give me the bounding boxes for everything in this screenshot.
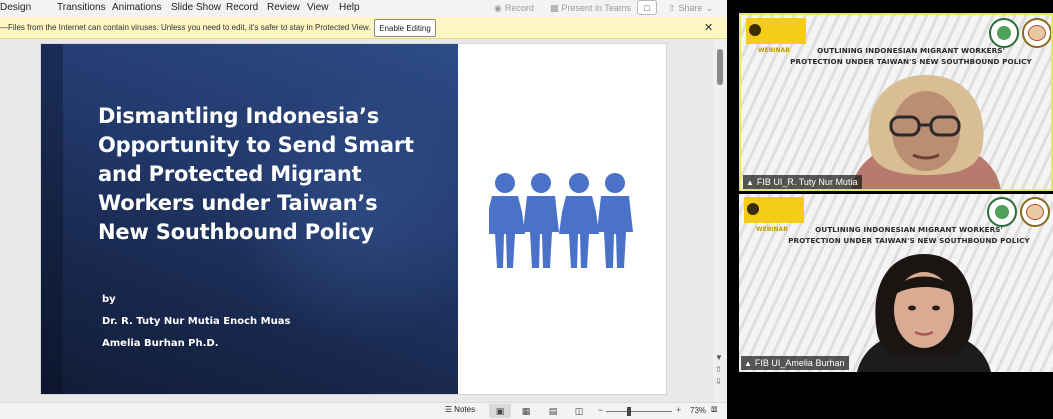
participant-video (857, 254, 991, 372)
normal-view-button[interactable]: ▣ (489, 404, 511, 418)
protected-view-message: —Files from the Internet can contain vir… (0, 23, 371, 32)
institution-emblem (989, 18, 1019, 48)
taiwan-office-emblem (1022, 18, 1051, 48)
notes-button[interactable]: ☰ Notes (445, 405, 475, 414)
background-strip (41, 44, 63, 394)
ribbon-tabs: Design Transitions Animations Slide Show… (0, 0, 727, 17)
vertical-scrollbar[interactable]: ▼ ⇧ ⇩ (713, 39, 727, 402)
notes-label: Notes (454, 405, 476, 414)
reading-view-icon: ▤ (548, 405, 558, 416)
tab-design[interactable]: Design (0, 2, 31, 13)
university-logo (746, 18, 806, 44)
slide-show-button[interactable]: ◫ (568, 404, 590, 418)
slide-sorter-icon: ▦ (521, 405, 531, 416)
close-icon[interactable]: ✕ (704, 21, 713, 34)
reading-view-button[interactable]: ▤ (542, 404, 564, 418)
pin-icon: ▲ (744, 358, 752, 368)
scrollbar-thumb[interactable] (717, 49, 723, 85)
participant-name: FIB UI_R. Tuty Nur Mutia (756, 177, 858, 187)
slide-author-2: Amelia Burhan Ph.D. (102, 338, 219, 349)
slide-sorter-button[interactable]: ▦ (515, 404, 537, 418)
notes-icon: ☰ (445, 405, 453, 414)
webinar-heading-line-2: PROTECTION UNDER TAIWAN'S NEW SOUTHBOUND… (790, 57, 1032, 66)
enable-editing-button[interactable]: Enable Editing (374, 19, 436, 37)
presenter-icon: ◫ (574, 405, 584, 416)
tab-record[interactable]: Record (226, 2, 258, 13)
record-button[interactable]: ◉ Record (494, 1, 534, 15)
present-in-teams-button[interactable]: ▩ Present in Teams (550, 1, 631, 15)
record-dot-icon: ◉ (494, 2, 502, 13)
tab-animations[interactable]: Animations (112, 2, 161, 13)
tab-review[interactable]: Review (267, 2, 300, 13)
fit-to-window-icon[interactable]: ⧈ (711, 404, 717, 415)
protected-view-bar: —Files from the Internet can contain vir… (0, 17, 727, 39)
participant-name-tag: ▲ FIB UI_R. Tuty Nur Mutia (743, 175, 863, 189)
slide-editor: Dismantling Indonesia’s Opportunity to S… (0, 39, 713, 402)
normal-view-icon: ▣ (495, 405, 505, 416)
chevron-down-icon: ⌄ (705, 2, 714, 13)
video-tile-speaker-1[interactable]: WEBINAR OUTLINING INDONESIAN MIGRANT WOR… (739, 13, 1053, 191)
webinar-heading: OUTLINING INDONESIAN MIGRANT WORKERS' PR… (779, 224, 1039, 246)
comments-button[interactable]: □ (637, 0, 657, 15)
slide-author-1: Dr. R. Tuty Nur Mutia Enoch Muas (102, 316, 291, 327)
webinar-heading: OUTLINING INDONESIAN MIGRANT WORKERS' PR… (781, 45, 1041, 67)
share-button-label: Share (678, 3, 703, 13)
status-bar: ☰ Notes ▣ ▦ ▤ ◫ − + 73% ⧈ (0, 402, 727, 419)
record-button-label: Record (504, 3, 534, 13)
share-button[interactable]: ⇧ Share ⌄ (668, 1, 713, 15)
share-icon: ⇧ (668, 2, 676, 13)
previous-slide-icon[interactable]: ⇧ (715, 365, 722, 374)
pin-icon: ▲ (746, 177, 754, 187)
tab-view[interactable]: View (307, 2, 329, 13)
zoom-in-icon[interactable]: + (676, 405, 681, 415)
zoom-out-icon[interactable]: − (598, 405, 603, 415)
people-group-icon (489, 173, 633, 268)
slide-title: Dismantling Indonesia’s Opportunity to S… (98, 104, 414, 244)
scroll-down-arrow-icon[interactable]: ▼ (715, 353, 723, 362)
webinar-heading-line-2: PROTECTION UNDER TAIWAN'S NEW SOUTHBOUND… (788, 236, 1030, 245)
tab-slide-show[interactable]: Slide Show (171, 2, 221, 13)
slide-canvas[interactable]: Dismantling Indonesia’s Opportunity to S… (40, 43, 667, 395)
teams-icon: ▩ (550, 2, 559, 13)
present-in-teams-label: Present in Teams (561, 3, 631, 13)
taiwan-office-emblem (1020, 197, 1050, 227)
video-tile-speaker-2[interactable]: WEBINAR OUTLINING INDONESIAN MIGRANT WOR… (739, 194, 1053, 372)
comment-icon: □ (644, 2, 650, 13)
participant-name-tag: ▲ FIB UI_Amelia Burhan (741, 356, 850, 370)
powerpoint-window: Design Transitions Animations Slide Show… (0, 0, 727, 419)
participant-name: FIB UI_Amelia Burhan (754, 358, 845, 368)
participant-video (851, 75, 1001, 189)
slide-by-label: by (102, 294, 116, 305)
tab-help[interactable]: Help (339, 2, 360, 13)
tab-transitions[interactable]: Transitions (57, 2, 106, 13)
next-slide-icon[interactable]: ⇩ (715, 377, 722, 386)
university-logo (744, 197, 804, 223)
institution-emblem (987, 197, 1017, 227)
zoom-slider-thumb[interactable] (627, 407, 632, 416)
zoom-level[interactable]: 73% (690, 406, 706, 415)
slide-title-panel: Dismantling Indonesia’s Opportunity to S… (41, 44, 458, 394)
zoom-slider[interactable] (606, 411, 672, 412)
